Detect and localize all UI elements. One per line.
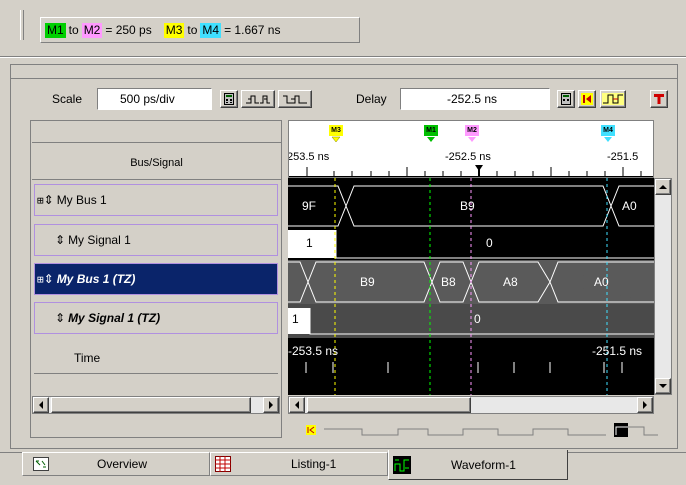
signal-row-my-signal-1-tz[interactable]: ⇕ My Signal 1 (TZ) bbox=[34, 302, 278, 334]
m2-chip: M2 bbox=[81, 22, 103, 38]
arrow-up-icon bbox=[659, 185, 667, 189]
signal-row-my-signal-1[interactable]: ⇕ My Signal 1 bbox=[34, 224, 278, 256]
delay-input[interactable]: -252.5 ns bbox=[400, 88, 550, 110]
arrow-right-icon bbox=[269, 401, 273, 409]
time-label-left: -253.5 ns bbox=[288, 344, 339, 358]
signal-icon: ⇕ bbox=[55, 233, 66, 247]
m3-m4-delta: = 1.667 ns bbox=[224, 23, 281, 37]
scroll-down-button[interactable] bbox=[655, 378, 671, 394]
scroll-right-button[interactable] bbox=[637, 397, 653, 413]
tab-label: Waveform-1 bbox=[451, 457, 516, 472]
waveform-vertical-scrollbar[interactable] bbox=[654, 178, 672, 395]
window-top-strip bbox=[11, 65, 677, 79]
overview-waveform bbox=[306, 423, 658, 437]
bus1tz-value-3: A0 bbox=[594, 275, 609, 289]
tab-listing-1[interactable]: Listing-1 bbox=[210, 452, 388, 476]
time-label-right: -251.5 ns bbox=[592, 344, 643, 358]
signal-name: My Signal 1 bbox=[68, 233, 131, 247]
sig1tz-value-1: 0 bbox=[474, 312, 481, 326]
ruler[interactable]: 253.5 ns -252.5 ns -251.5 M3 M1 M2 M4 bbox=[288, 120, 654, 178]
zoom-in-button[interactable] bbox=[241, 90, 275, 108]
signal-pane-blank-header bbox=[32, 121, 281, 143]
signal-name: My Bus 1 bbox=[56, 193, 107, 207]
overview-icon bbox=[33, 457, 49, 471]
scroll-thumb[interactable] bbox=[51, 397, 251, 413]
calculator-icon bbox=[561, 93, 571, 105]
scroll-thumb[interactable] bbox=[307, 397, 471, 413]
signal-row-time[interactable]: Time bbox=[34, 342, 278, 374]
go-to-trigger-button[interactable] bbox=[578, 90, 596, 108]
bus1-value-1: B9 bbox=[460, 199, 475, 213]
marker-delta-display: M1 to M2 = 250 ps M3 to M4 = 1.667 ns bbox=[40, 17, 360, 43]
waveform-horizontal-scrollbar[interactable] bbox=[288, 396, 654, 414]
listing-grid-icon bbox=[215, 456, 231, 472]
delay-label: Delay bbox=[356, 92, 387, 106]
sig1tz-value-0: 1 bbox=[292, 312, 299, 326]
toolbar-top: M1 to M2 = 250 ps M3 to M4 = 1.667 ns bbox=[0, 0, 686, 58]
bus1-value-0: 9F bbox=[302, 199, 317, 213]
m3-chip: M3 bbox=[163, 22, 185, 38]
scroll-left-button[interactable] bbox=[33, 397, 49, 413]
bus-icon: ⇕ bbox=[43, 193, 54, 207]
overview-strip[interactable] bbox=[288, 416, 672, 442]
to-text-1: to bbox=[68, 23, 79, 37]
m4-chip: M4 bbox=[200, 22, 222, 38]
zoom-in-icon bbox=[246, 95, 270, 104]
arrow-down-icon bbox=[659, 384, 667, 388]
bus-signal-header[interactable]: Bus/Signal bbox=[32, 146, 281, 180]
edge-search-button[interactable] bbox=[600, 90, 626, 108]
marker-pointers bbox=[331, 136, 612, 143]
signal-pane-scrollbar[interactable] bbox=[32, 396, 280, 414]
scale-calculator-button[interactable] bbox=[220, 90, 238, 108]
bus-signal-header-label: Bus/Signal bbox=[130, 156, 183, 169]
scroll-left-button[interactable] bbox=[289, 397, 305, 413]
edge-icon bbox=[602, 93, 624, 105]
waveform-icon bbox=[393, 455, 411, 474]
arrow-right-icon bbox=[643, 401, 647, 409]
scale-label: Scale bbox=[52, 92, 83, 106]
tab-overview[interactable]: Overview bbox=[22, 452, 210, 476]
expand-icon[interactable]: ⊞ bbox=[37, 194, 44, 207]
expand-icon[interactable]: ⊞ bbox=[37, 273, 44, 286]
scroll-right-button[interactable] bbox=[263, 397, 279, 413]
bus-icon: ⇕ bbox=[43, 272, 54, 286]
tab-waveform-1[interactable]: Waveform-1 bbox=[388, 450, 568, 480]
bus1tz-value-0: B9 bbox=[360, 275, 375, 289]
m1-chip: M1 bbox=[45, 22, 66, 38]
bus1tz-value-1: B8 bbox=[441, 275, 456, 289]
jump-to-start-icon bbox=[581, 93, 593, 105]
arrow-left-icon bbox=[295, 401, 299, 409]
delay-calculator-button[interactable] bbox=[557, 90, 575, 108]
toolbar-grip[interactable] bbox=[20, 10, 24, 40]
signal-icon: ⇕ bbox=[55, 311, 66, 325]
zoom-out-icon bbox=[283, 95, 307, 104]
signal-name: My Bus 1 (TZ) bbox=[56, 272, 136, 286]
waveform-display[interactable]: 9F B9 A0 1 0 B9 B8 A8 A0 1 0 -253.5 ns -… bbox=[288, 178, 654, 395]
zoom-out-button[interactable] bbox=[278, 90, 312, 108]
trigger-button[interactable] bbox=[650, 90, 668, 108]
tab-label: Overview bbox=[97, 457, 148, 471]
arrow-left-icon bbox=[39, 401, 43, 409]
toolbar-divider bbox=[0, 56, 686, 58]
bus1-value-2: A0 bbox=[622, 199, 637, 213]
scroll-up-button[interactable] bbox=[655, 179, 671, 195]
scale-input[interactable]: 500 ps/div bbox=[97, 88, 212, 110]
m1-m2-delta: = 250 ps bbox=[105, 23, 152, 37]
signal-row-my-bus-1-tz[interactable]: ⊞ ⇕ My Bus 1 (TZ) bbox=[34, 263, 278, 295]
signal-name: Time bbox=[74, 350, 101, 365]
sig1-value-0: 1 bbox=[306, 236, 313, 250]
signal-row-my-bus-1[interactable]: ⊞ ⇕ My Bus 1 bbox=[34, 184, 278, 216]
signal-name: My Signal 1 (TZ) bbox=[68, 311, 161, 325]
calculator-icon bbox=[224, 93, 234, 105]
tab-label: Listing-1 bbox=[291, 457, 337, 471]
bus1tz-value-2: A8 bbox=[503, 275, 518, 289]
trigger-t-icon bbox=[654, 94, 664, 104]
to-text-2: to bbox=[187, 23, 198, 37]
sig1-value-1: 0 bbox=[486, 236, 493, 250]
